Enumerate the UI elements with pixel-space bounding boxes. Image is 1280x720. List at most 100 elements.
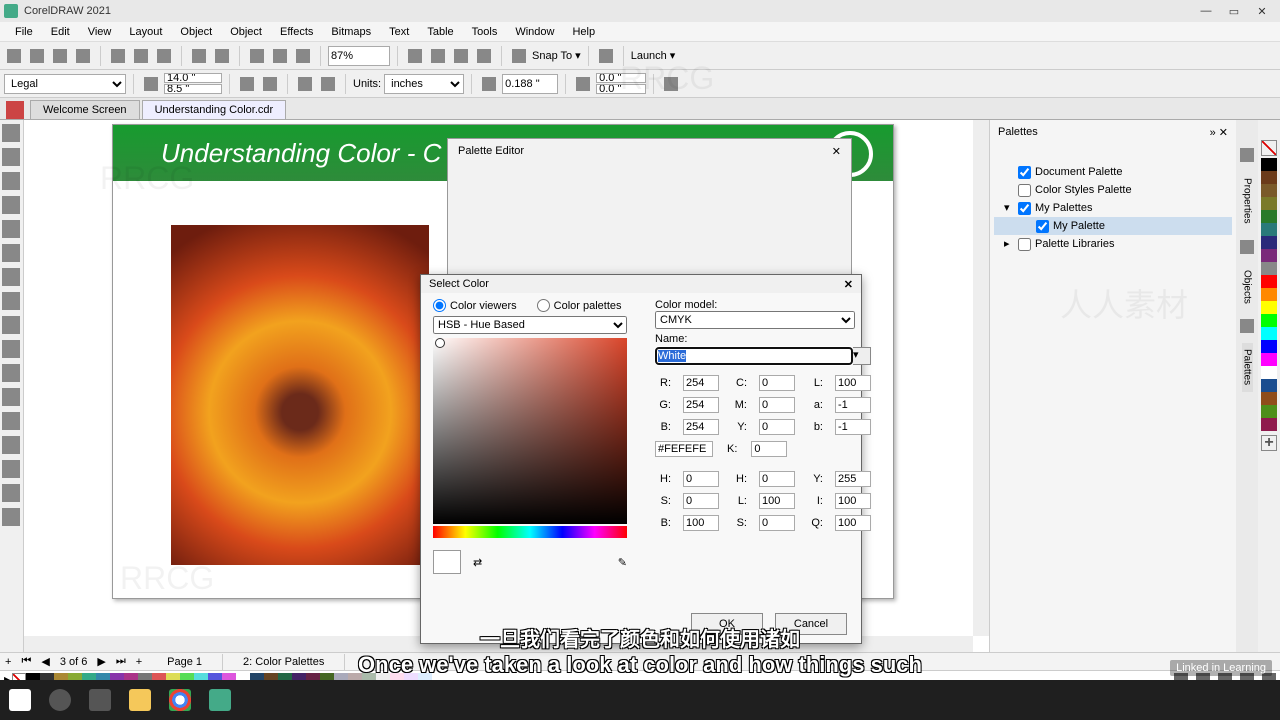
outline-tool-icon[interactable] <box>2 508 20 526</box>
color-swatch[interactable] <box>1261 314 1277 327</box>
color-swatch[interactable] <box>1261 301 1277 314</box>
libs-check[interactable] <box>1018 238 1031 251</box>
save-button[interactable] <box>50 46 70 66</box>
last-page-icon[interactable]: ⏭ <box>111 655 131 668</box>
libs-item[interactable]: Palette Libraries <box>1035 235 1115 253</box>
transparency-tool-icon[interactable] <box>2 436 20 454</box>
add-color-icon[interactable]: + <box>1261 435 1277 451</box>
doc-palette-item[interactable]: Document Palette <box>1035 163 1122 181</box>
freehand-tool-icon[interactable] <box>2 220 20 238</box>
menu-layout[interactable]: Layout <box>120 26 171 38</box>
color-swatch[interactable] <box>1261 366 1277 379</box>
color-picker-area[interactable] <box>433 338 627 524</box>
chrome-button[interactable] <box>160 680 200 720</box>
b-lab-input[interactable] <box>835 419 871 435</box>
minimize-button[interactable]: — <box>1192 2 1220 20</box>
ellipse-tool-icon[interactable] <box>2 292 20 310</box>
color-swatch[interactable] <box>1261 353 1277 366</box>
guides-button[interactable] <box>474 46 494 66</box>
dialog-close-icon[interactable]: ✕ <box>844 278 853 291</box>
crop-tool-icon[interactable] <box>2 172 20 190</box>
menu-table[interactable]: Table <box>418 26 462 38</box>
l-input[interactable] <box>835 375 871 391</box>
menu-view[interactable]: View <box>79 26 121 38</box>
color-name-input[interactable] <box>655 347 853 365</box>
nudge-input[interactable] <box>502 74 558 94</box>
dock-close-icon[interactable]: ✕ <box>1219 127 1228 139</box>
snap-label[interactable]: Snap To <box>532 50 572 62</box>
redo-button[interactable] <box>212 46 232 66</box>
color-swatch[interactable] <box>1261 379 1277 392</box>
page-height-input[interactable] <box>164 84 222 94</box>
mypalettes-check[interactable] <box>1018 202 1031 215</box>
eyedropper-tool-icon[interactable] <box>2 460 20 478</box>
h-hls-input[interactable] <box>759 471 795 487</box>
close-button[interactable]: ✕ <box>1248 2 1276 20</box>
color-cursor-icon[interactable] <box>435 338 445 348</box>
color-viewer-combo[interactable]: HSB - Hue Based <box>433 316 627 334</box>
color-swatch[interactable] <box>1261 392 1277 405</box>
ok-button[interactable]: OK <box>691 613 763 635</box>
dropshadow-tool-icon[interactable] <box>2 412 20 430</box>
m-input[interactable] <box>759 397 795 413</box>
undo-button[interactable] <box>189 46 209 66</box>
search-button[interactable] <box>40 680 80 720</box>
tab-document[interactable]: Understanding Color.cdr <box>142 100 287 119</box>
c-input[interactable] <box>759 375 795 391</box>
snap-icon[interactable] <box>509 46 529 66</box>
dup-x-input[interactable] <box>596 73 646 83</box>
k-input[interactable] <box>751 441 787 457</box>
r-input[interactable] <box>683 375 719 391</box>
fill-tool-icon[interactable] <box>2 484 20 502</box>
rulers-button[interactable] <box>428 46 448 66</box>
color-swatch[interactable] <box>1261 418 1277 431</box>
nudge-icon[interactable] <box>479 74 499 94</box>
q-yiq-input[interactable] <box>835 515 871 531</box>
color-viewers-radio[interactable]: Color viewers <box>433 299 517 312</box>
shape-tool-icon[interactable] <box>2 148 20 166</box>
menu-bitmaps[interactable]: Bitmaps <box>322 26 380 38</box>
maximize-button[interactable]: ▭ <box>1220 2 1248 20</box>
pdf-button[interactable] <box>293 46 313 66</box>
y-input[interactable] <box>759 419 795 435</box>
h-hsb-input[interactable] <box>683 471 719 487</box>
launch-label[interactable]: Launch <box>631 50 667 62</box>
select-color-dialog[interactable]: Select Color ✕ Color viewers Color palet… <box>420 274 862 644</box>
color-swatch[interactable] <box>1261 171 1277 184</box>
coreldraw-button[interactable] <box>200 680 240 720</box>
eyedropper-icon[interactable]: ✎ <box>618 556 627 569</box>
taskview-button[interactable] <box>80 680 120 720</box>
new-button[interactable] <box>4 46 24 66</box>
color-swatch[interactable] <box>1261 327 1277 340</box>
grid-button[interactable] <box>451 46 471 66</box>
start-button[interactable] <box>0 680 40 720</box>
allpages-button[interactable] <box>295 74 315 94</box>
page-1-tab[interactable]: Page 1 <box>147 654 223 670</box>
units-combo[interactable]: inches <box>384 74 464 94</box>
color-swatch[interactable] <box>1261 340 1277 353</box>
b-rgb-input[interactable] <box>683 419 719 435</box>
add-page-after-icon[interactable]: + <box>131 656 147 668</box>
color-swatch[interactable] <box>1261 158 1277 171</box>
currentpage-button[interactable] <box>318 74 338 94</box>
pick-tool-icon[interactable] <box>2 124 20 142</box>
color-palettes-radio[interactable]: Color palettes <box>537 299 622 312</box>
color-swatch[interactable] <box>1261 210 1277 223</box>
options-button[interactable] <box>596 46 616 66</box>
no-color-swatch[interactable] <box>1261 140 1277 156</box>
color-swatch[interactable] <box>1261 249 1277 262</box>
import-button[interactable] <box>247 46 267 66</box>
dup-y-input[interactable] <box>596 84 646 94</box>
treat-as-button[interactable] <box>661 74 681 94</box>
b-hsb-input[interactable] <box>683 515 719 531</box>
open-button[interactable] <box>27 46 47 66</box>
explorer-button[interactable] <box>120 680 160 720</box>
color-swatch[interactable] <box>1261 223 1277 236</box>
page-width-input[interactable] <box>164 73 222 83</box>
color-swatch[interactable] <box>1261 288 1277 301</box>
g-input[interactable] <box>683 397 719 413</box>
color-swatch[interactable] <box>1261 262 1277 275</box>
i-yiq-input[interactable] <box>835 493 871 509</box>
page-preset-combo[interactable]: Legal <box>4 74 126 94</box>
swap-icon[interactable]: ⇄ <box>473 556 482 569</box>
